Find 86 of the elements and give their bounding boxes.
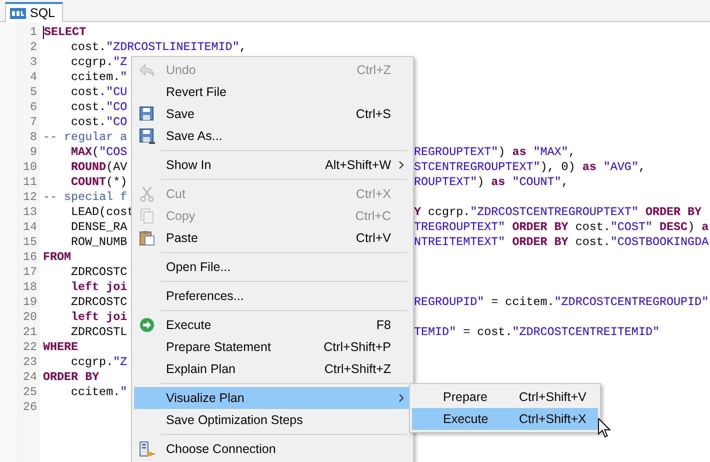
code-line: NTREITEMTEXT" ORDER BY cost."COSTBOOKINGDA [414,235,709,249]
menu-item[interactable]: Save Ctrl+S [134,103,411,125]
copy-icon [139,208,155,224]
line-number: 7 [28,115,38,130]
menu-item[interactable]: Show In Alt+Shift+W [134,154,411,176]
line-number: 11 [22,175,38,190]
line-number: 4 [28,70,38,85]
line-number: 25 [22,385,38,400]
code-line: SELECT [44,25,86,40]
code-line: ROUPTEXT") as "COUNT", [414,175,568,189]
line-number: 14 [22,220,38,235]
line-number: 3 [28,55,38,70]
code-line: cost."CO [71,100,128,115]
line-number: 19 [22,295,38,310]
menu-item[interactable]: Save Optimization Steps [134,409,411,431]
menu-item[interactable]: Preferences... [134,285,411,307]
code-line: COUNT(*) [71,175,128,190]
line-number: 17 [22,265,38,280]
line-number: 24 [22,370,38,385]
code-line: left joi [71,310,128,325]
line-number: 5 [28,85,38,100]
clipboard-icon [139,230,155,246]
code-line: FROM [43,250,72,265]
file-icon [10,8,26,18]
chevron-right-icon [398,394,404,402]
code-line: ccitem." [71,385,128,400]
undo-icon [139,62,155,78]
code-line: cost."CU [71,85,128,100]
line-number: 16 [22,250,38,265]
code-line: ccgrp."Z [71,355,128,370]
menu-item[interactable]: Revert File [134,81,411,103]
line-number: 1 [28,25,38,40]
code-line: Y ccgrp."ZDRCOSTCENTREGROUPTEXT" ORDER BY [414,205,702,219]
code-line: ccitem." [71,70,128,85]
server-icon [139,441,155,457]
menu-item[interactable]: Execute F8 [134,314,411,336]
menu-item[interactable]: Execute Ctrl+Shift+X [412,408,598,430]
code-line: ZDRCOSTC [71,265,128,280]
mouse-pointer-icon [598,418,611,438]
chevron-right-icon [398,161,404,169]
line-number: 18 [22,280,38,295]
text-cursor [43,26,44,39]
menu-item[interactable]: Open File... [134,256,411,278]
code-line: ROUND(AV [71,160,128,175]
code-line: ZDRCOSTC [71,295,128,310]
line-number: 23 [22,355,38,370]
line-number: 10 [22,160,38,175]
code-line: WHERE [43,340,78,355]
line-number: 6 [28,100,38,115]
code-line: -- regular a [43,130,128,145]
code-line: MAX("COS [71,145,128,160]
play-circle-icon [139,317,155,333]
code-line: cost."CO [71,115,128,130]
line-number: 15 [22,235,38,250]
line-number: 8 [28,130,38,145]
code-line: TREGROUPTEXT" ORDER BY cost."COST" DESC) a [414,220,709,234]
code-line: -- special f [43,190,128,205]
code-line: ZDRCOSTL [71,325,128,340]
code-line: LEAD(cost [71,205,134,220]
line-number: 22 [22,340,38,355]
code-line: TEMID" = cost."ZDRCOSTCENTREITEMID" [414,325,660,339]
code-line: REGROUPID" = ccitem."ZDRCOSTCENTREGROUPID" [414,295,709,309]
line-number: 12 [22,190,38,205]
line-number: 21 [22,325,38,340]
line-number: 20 [22,310,38,325]
menu-item[interactable]: Choose Connection [134,438,411,460]
code-line: ROW_NUMB [71,235,128,250]
code-line: cost."ZDRCOSTLINEITEMID", [71,40,246,55]
code-line: STCENTREGROUPTEXT"), 0) as "AVG", [414,160,646,174]
code-line: REGROUPTEXT") as "MAX", [414,145,576,159]
code-line: ccgrp."Z [71,55,128,70]
code-line: left joi [71,280,128,295]
menu-item[interactable]: Save As... [134,125,411,147]
menu-item[interactable]: Explain Plan Ctrl+Shift+Z [134,358,411,380]
scissors-icon [139,186,155,202]
code-line: DENSE_RA [71,220,128,235]
code-line: ORDER BY [43,370,100,385]
editor-tab[interactable]: SQL [5,2,64,22]
line-number: 9 [28,145,38,160]
menu-item[interactable]: Paste Ctrl+V [134,227,411,249]
line-number: 13 [22,205,38,220]
line-number: 26 [22,400,38,415]
menu-item[interactable]: Prepare Ctrl+Shift+V [412,386,598,408]
line-number: 2 [28,40,38,55]
menu-item[interactable]: Visualize Plan [134,387,411,409]
menu-item[interactable]: Prepare Statement Ctrl+Shift+P [134,336,411,358]
